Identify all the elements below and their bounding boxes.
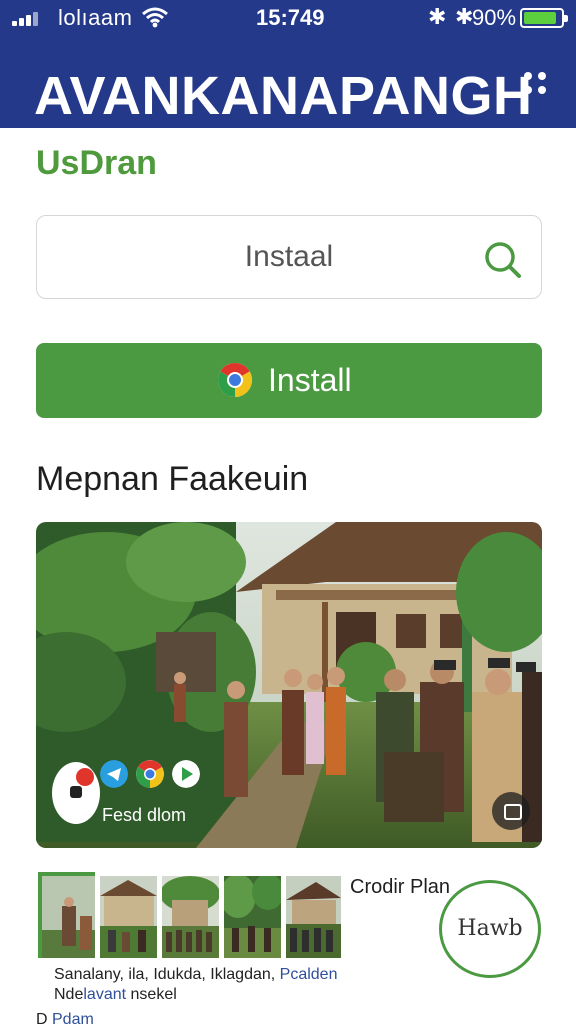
search-input[interactable]: Instaal — [36, 215, 542, 299]
fab-label[interactable]: Hawb — [442, 916, 538, 941]
search-icon[interactable] — [483, 240, 523, 280]
battery-icon — [520, 8, 568, 28]
top-bar: lolıaam 15:749 ✱ ✱ 90% AVANKANAPANGH — [0, 0, 576, 128]
caption-link[interactable]: lavant — [83, 986, 126, 1003]
gallery-caption-line-2: Ndelavant nsekel — [54, 986, 177, 1004]
status-bar: lolıaam 15:749 ✱ ✱ 90% — [0, 0, 576, 36]
caption-text: ila, — [128, 966, 154, 983]
signal-icon — [12, 10, 44, 26]
bottom-prefix: D — [36, 1011, 52, 1024]
install-button[interactable]: Install — [36, 343, 542, 418]
thumbnail[interactable] — [38, 872, 95, 958]
chrome-icon[interactable] — [136, 760, 164, 788]
feature-heading: Mepnan Faakeuin — [36, 460, 309, 498]
record-dot-icon — [76, 768, 94, 786]
telegram-icon[interactable] — [100, 760, 128, 788]
village-gathering-photo — [36, 522, 542, 848]
gallery-corner-icon[interactable] — [492, 792, 530, 830]
status-time: 15:749 — [256, 5, 325, 30]
battery-level — [524, 12, 556, 24]
caption-text: Nde — [54, 986, 84, 1003]
bluetooth-icon: ✱ — [455, 4, 474, 29]
thumbnail[interactable] — [100, 876, 157, 958]
thumbnail[interactable] — [162, 876, 219, 958]
search-value[interactable]: Instaal — [37, 240, 541, 274]
battery-percent: 90% — [472, 5, 517, 30]
thumbnail[interactable] — [224, 876, 281, 958]
grid-dots-icon[interactable] — [522, 70, 550, 98]
caption-text: Iklagdan, — [210, 966, 280, 983]
play-icon[interactable] — [172, 760, 200, 788]
hero-caption: Fesd dlom — [102, 805, 187, 825]
floating-action-button[interactable]: Hawb — [439, 880, 541, 978]
caption-text: nsekel — [130, 986, 177, 1003]
carrier-name: lolıaam — [58, 5, 133, 30]
bluetooth-icon: ✱ — [428, 4, 447, 29]
app-title: AVANKANAPANGH — [34, 66, 533, 126]
caption-link[interactable]: Pcalden — [280, 966, 338, 983]
caption-text: Sanalany, — [54, 966, 129, 983]
install-label[interactable]: Install — [268, 362, 352, 399]
section-label: UsDran — [36, 144, 157, 182]
thumbnail-strip — [38, 872, 341, 958]
gallery-caption-line-1: Sanalany, ila, Idukda, Iklagdan, Pcalden — [54, 966, 337, 984]
thumbnail[interactable] — [286, 876, 343, 958]
bottom-link-text[interactable]: Pdam — [52, 1011, 94, 1024]
hero-image[interactable]: Fesd dlom — [36, 522, 542, 848]
camera-badge-icon[interactable] — [52, 762, 100, 824]
chrome-icon — [218, 363, 252, 397]
caption-text: Idukda, — [153, 966, 211, 983]
wifi-icon — [142, 7, 168, 28]
bottom-link[interactable]: D Pdam — [36, 1011, 94, 1024]
credit-label: Crodir Plan — [350, 876, 451, 898]
